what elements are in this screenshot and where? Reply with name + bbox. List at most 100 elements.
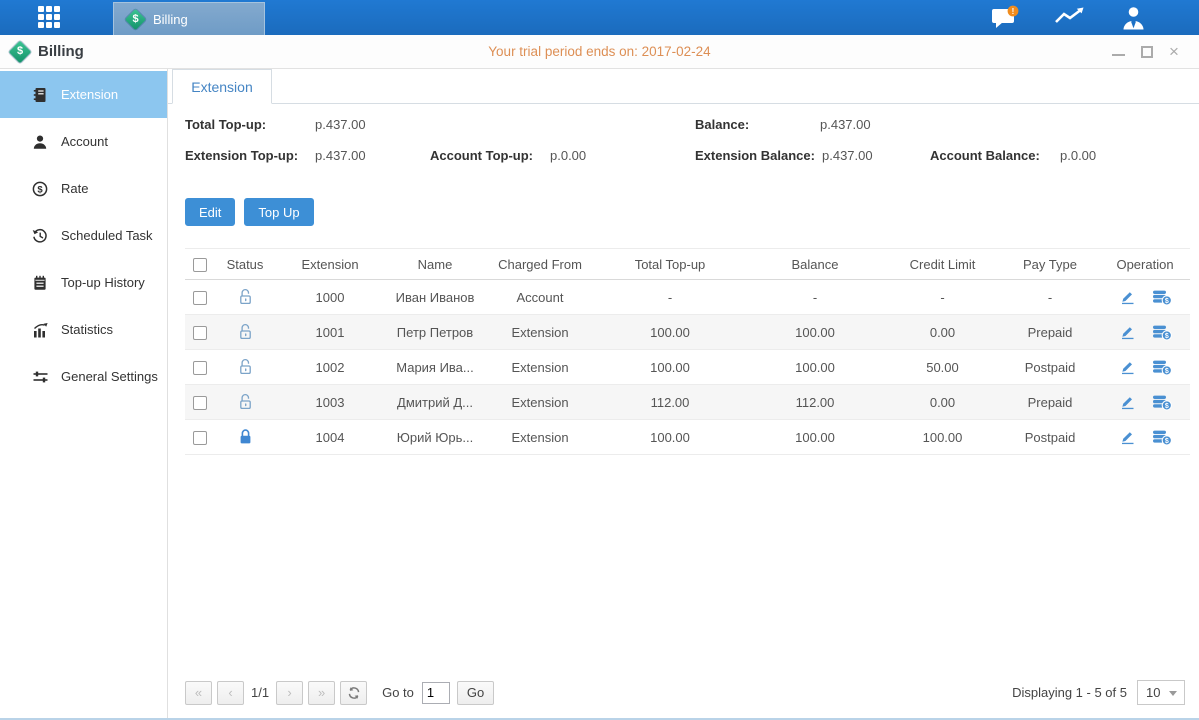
close-button[interactable]: × (1169, 46, 1183, 58)
lock-closed-icon (238, 428, 253, 446)
col-header-balance: Balance (745, 249, 885, 280)
user-account-icon[interactable] (1120, 5, 1147, 30)
cell-pay_type: Prepaid (1000, 315, 1100, 350)
maximize-button[interactable] (1141, 46, 1153, 58)
topup-icon[interactable]: $ (1152, 324, 1172, 341)
row-checkbox[interactable] (193, 361, 207, 375)
edit-icon[interactable] (1119, 429, 1136, 445)
balance-label: Balance: (695, 117, 749, 132)
sidebar-item-label: Account (61, 134, 108, 149)
sidebar-item-account[interactable]: Account (0, 118, 167, 165)
cell-extension: 1000 (275, 280, 385, 315)
cell-balance: 100.00 (745, 420, 885, 455)
topup-icon[interactable]: $ (1152, 359, 1172, 376)
cell-balance: - (745, 280, 885, 315)
edit-icon[interactable] (1119, 359, 1136, 375)
extension-balance-value: p.437.00 (822, 148, 873, 163)
topup-icon[interactable]: $ (1152, 289, 1172, 306)
bar-chart-icon (32, 322, 50, 338)
col-header-operation: Operation (1100, 249, 1190, 280)
balance-summary: Total Top-up: p.437.00 Balance: p.437.00… (168, 117, 1199, 183)
cell-balance: 100.00 (745, 315, 885, 350)
sidebar-item-scheduled-task[interactable]: Scheduled Task (0, 212, 167, 259)
extension-topup-label: Extension Top-up: (185, 148, 298, 163)
topup-icon[interactable]: $ (1152, 429, 1172, 446)
sliders-icon (32, 369, 50, 385)
cell-credit_limit: 100.00 (885, 420, 1000, 455)
edit-button[interactable]: Edit (185, 198, 235, 226)
table-row-1000: 1000Иван ИвановAccount----$ (185, 280, 1190, 315)
pagination-bar: « ‹ 1/1 › » Go to Go Displaying 1 - 5 of… (168, 680, 1199, 718)
cell-charged_from: Extension (485, 385, 595, 420)
cell-pay_type: - (1000, 280, 1100, 315)
sidebar-item-general-settings[interactable]: General Settings (0, 353, 167, 400)
cell-charged_from: Extension (485, 420, 595, 455)
goto-page-input[interactable] (422, 682, 450, 704)
row-checkbox[interactable] (193, 326, 207, 340)
svg-text:$: $ (1164, 298, 1168, 305)
cell-pay_type: Postpaid (1000, 350, 1100, 385)
edit-icon[interactable] (1119, 289, 1136, 305)
sidebar-item-label: Scheduled Task (61, 228, 153, 243)
cell-credit_limit: - (885, 280, 1000, 315)
select-all-checkbox[interactable] (193, 258, 207, 272)
minimize-button[interactable] (1112, 48, 1125, 56)
lock-open-icon (238, 288, 253, 306)
cell-credit_limit: 0.00 (885, 315, 1000, 350)
app-tab-label: Billing (153, 12, 188, 27)
col-header-extension: Extension (275, 249, 385, 280)
row-checkbox[interactable] (193, 396, 207, 410)
app-grid-icon[interactable] (38, 6, 62, 30)
edit-icon[interactable] (1119, 394, 1136, 410)
cell-total_topup: - (595, 280, 745, 315)
refresh-button[interactable] (340, 681, 367, 705)
prev-page-button[interactable]: ‹ (217, 681, 244, 705)
next-page-button[interactable]: › (276, 681, 303, 705)
col-header-charged_from: Charged From (485, 249, 595, 280)
window-title-label: Billing (38, 43, 84, 60)
svg-text:$: $ (1164, 403, 1168, 410)
cell-balance: 100.00 (745, 350, 885, 385)
account-topup-label: Account Top-up: (430, 148, 533, 163)
sidebar-item-statistics[interactable]: Statistics (0, 306, 167, 353)
notification-badge: ! (1012, 6, 1015, 15)
edit-icon[interactable] (1119, 324, 1136, 340)
cell-total_topup: 112.00 (595, 385, 745, 420)
page-size-dropdown[interactable]: 10 (1137, 680, 1185, 705)
topup-icon[interactable]: $ (1152, 394, 1172, 411)
sidebar-item-extension[interactable]: Extension (0, 71, 167, 118)
first-page-button[interactable]: « (185, 681, 212, 705)
reports-chart-icon[interactable] (1054, 6, 1086, 30)
sidebar-item-topup-history[interactable]: Top-up History (0, 259, 167, 306)
app-tab-billing[interactable]: $ Billing (113, 2, 265, 35)
svg-text:$: $ (1164, 368, 1168, 375)
cell-charged_from: Extension (485, 315, 595, 350)
total-topup-value: p.437.00 (315, 117, 366, 132)
topbar: $ Billing ! (0, 0, 1199, 35)
page-size-value: 10 (1146, 685, 1160, 700)
tab-extension[interactable]: Extension (172, 69, 272, 104)
col-header-name: Name (385, 249, 485, 280)
cell-operation: $ (1100, 315, 1190, 350)
cell-extension: 1002 (275, 350, 385, 385)
cell-name: Юрий Юрь... (385, 420, 485, 455)
sidebar-item-rate[interactable]: $ Rate (0, 165, 167, 212)
main-content: Extension Total Top-up: p.437.00 Balance… (168, 69, 1199, 718)
row-checkbox[interactable] (193, 431, 207, 445)
row-checkbox[interactable] (193, 291, 207, 305)
table-row-1001: 1001Петр ПетровExtension100.00100.000.00… (185, 315, 1190, 350)
billing-window-icon: $ (9, 40, 32, 63)
cell-extension: 1001 (275, 315, 385, 350)
trial-notice: Your trial period ends on: 2017-02-24 (0, 44, 1199, 59)
sidebar-item-label: Statistics (61, 322, 113, 337)
topup-button[interactable]: Top Up (244, 198, 313, 226)
last-page-button[interactable]: » (308, 681, 335, 705)
table-row-1002: 1002Мария Ива...Extension100.00100.0050.… (185, 350, 1190, 385)
cell-operation: $ (1100, 350, 1190, 385)
messages-icon[interactable]: ! (990, 5, 1020, 31)
svg-text:$: $ (1164, 333, 1168, 340)
cell-extension: 1003 (275, 385, 385, 420)
col-header-credit_limit: Credit Limit (885, 249, 1000, 280)
coin-icon: $ (32, 181, 50, 197)
go-button[interactable]: Go (457, 681, 494, 705)
